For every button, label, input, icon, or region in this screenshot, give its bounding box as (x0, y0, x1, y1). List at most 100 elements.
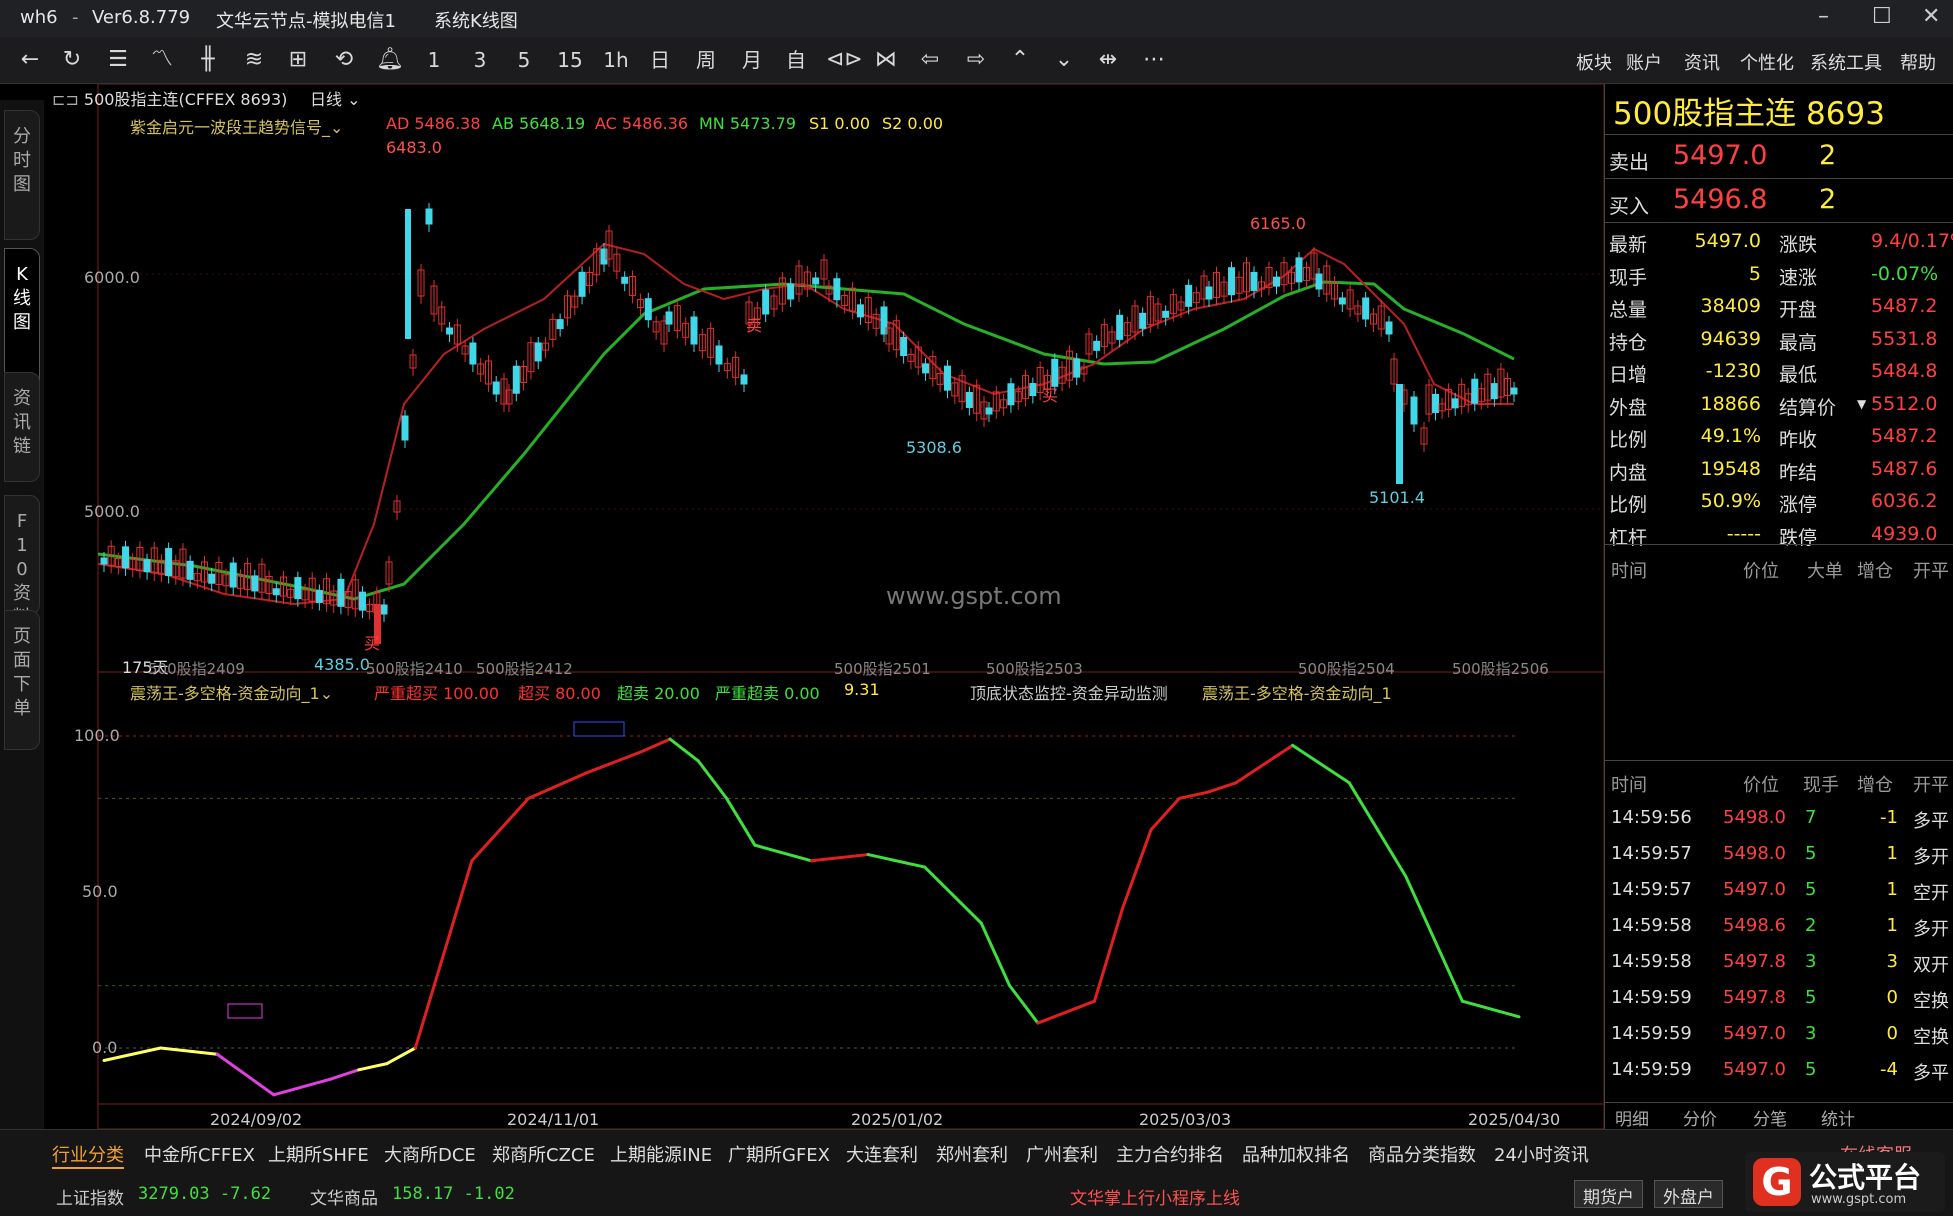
oscillator-segment (640, 737, 672, 754)
back-icon[interactable]: ← (16, 46, 44, 74)
candle-body (1185, 284, 1193, 307)
candle-body (358, 591, 366, 611)
candle-icon[interactable]: ╫ (194, 46, 222, 74)
contract-label-2410: 500股指2410 (366, 660, 463, 678)
date-label-3: 2025/03/03 (1139, 1110, 1232, 1129)
annotation-low1: 5308.6 (906, 438, 962, 457)
refresh-icon[interactable]: ↻ (58, 46, 86, 74)
lower-y-50: 50.0 (82, 882, 118, 901)
server-name: 文华云节点-模拟电信1 (216, 11, 396, 32)
sync-icon[interactable]: ⟲ (330, 46, 358, 74)
left-arrow-icon[interactable]: ⇦ (916, 46, 944, 74)
candle-body (294, 577, 302, 600)
menu-news[interactable]: 资讯 (1684, 49, 1720, 75)
tab-page-order[interactable]: 页面下单 (4, 610, 40, 750)
right-arrow-icon[interactable]: ⇨ (962, 46, 990, 74)
promo-text[interactable]: 文华掌上行小程序上线 (1070, 1184, 1240, 1209)
tab-news-chain[interactable]: 资讯链 (4, 372, 40, 482)
logo-icon: G (1753, 1158, 1801, 1206)
wh-index-value: 158.17 -1.02 (392, 1184, 515, 1204)
market-tab[interactable]: 上期所SHFE (268, 1141, 369, 1167)
minimize-icon[interactable]: – (1818, 4, 1829, 29)
oscillator-segment (1177, 790, 1210, 800)
market-tab[interactable]: 商品分类指数 (1368, 1141, 1476, 1167)
market-tab[interactable]: 广期所GFEX (728, 1141, 830, 1167)
zoom-in-icon[interactable]: ⊲⊳ (826, 46, 863, 74)
period-15[interactable]: 15 (556, 46, 584, 74)
indicator-icon[interactable]: ≋ (240, 46, 268, 74)
menu-help[interactable]: 帮助 (1900, 49, 1936, 75)
indicator-name[interactable]: 紫金启元一波段王趋势信号_⌄ (130, 114, 343, 138)
sh-index-value: 3279.03 -7.62 (138, 1184, 272, 1204)
menu-personal[interactable]: 个性化 (1740, 49, 1794, 75)
ma-long-line (97, 280, 1515, 601)
candle-body (1432, 393, 1440, 413)
bell-icon[interactable]: 🔔︎ (376, 46, 404, 74)
oscillator-segment (1404, 874, 1464, 1003)
list-icon[interactable]: ☰ (104, 46, 132, 74)
sell-row: 卖出 5497.0 2 (1609, 140, 1837, 174)
candle-body (621, 276, 629, 284)
period-1[interactable]: 1 (420, 46, 448, 74)
line-chart-icon[interactable]: 〽 (148, 46, 176, 74)
tab-detail[interactable]: 明细 (1615, 1105, 1649, 1129)
tab-stats[interactable]: 统计 (1821, 1105, 1855, 1129)
app-window: { "window":{"app":"wh6","version":"Ver6.… (0, 0, 1953, 1216)
down-icon[interactable]: ⌄ (1050, 46, 1078, 74)
market-tab[interactable]: 行业分类 (52, 1141, 124, 1169)
kline-chart[interactable] (44, 84, 1604, 1129)
period-select[interactable]: 日线 ⌄ (310, 86, 361, 110)
menu-account[interactable]: 账户 (1626, 49, 1662, 75)
chevron-down-icon[interactable]: ▼ (1857, 397, 1866, 411)
foreign-account-button[interactable]: 外盘户 (1654, 1180, 1723, 1208)
chart-area[interactable]: ⊏⊐ 500股指主连(CFFEX 8693) 日线 ⌄ 紫金启元一波段王趋势信号… (44, 84, 1604, 1129)
split-icon[interactable]: ⇹ (1094, 46, 1122, 74)
tab-price-dist[interactable]: 分价 (1683, 1105, 1717, 1129)
more-icon[interactable]: ⋯ (1140, 46, 1168, 74)
tab-timeshare[interactable]: 分时图 (4, 110, 40, 240)
candle-body (856, 304, 864, 318)
market-tab[interactable]: 广州套利 (1026, 1141, 1098, 1167)
oscillator-segment (1291, 743, 1351, 785)
annotation-high: 6483.0 (386, 138, 442, 157)
market-tab[interactable]: 中金所CFFEX (144, 1141, 255, 1167)
indicator-s1: S1 0.00 (809, 114, 871, 133)
menu-tools[interactable]: 系统工具 (1810, 49, 1882, 75)
period-1h[interactable]: 1h (602, 46, 630, 74)
indicator-ab: AB 5648.19 (492, 114, 586, 133)
futures-account-button[interactable]: 期货户 (1574, 1180, 1643, 1208)
period-month[interactable]: 月 (738, 46, 766, 74)
period-5[interactable]: 5 (510, 46, 538, 74)
period-custom[interactable]: 自 (782, 46, 810, 74)
zoom-out-icon[interactable]: ⋈ (872, 46, 900, 74)
candle-body (943, 365, 951, 391)
maximize-icon[interactable]: ☐ (1872, 4, 1892, 29)
candle-body (534, 342, 542, 362)
up-icon[interactable]: ⌃ (1006, 46, 1034, 74)
market-tab[interactable]: 大商所DCE (384, 1141, 476, 1167)
market-tab[interactable]: 主力合约排名 (1116, 1141, 1224, 1167)
oscillator-segment (583, 750, 644, 775)
bottom-signal-box (227, 1003, 263, 1019)
market-tab[interactable]: 郑州套利 (936, 1141, 1008, 1167)
lower-indicator-name[interactable]: 震荡王-多空格-资金动向_1⌄ (130, 680, 333, 704)
period-week[interactable]: 周 (692, 46, 720, 74)
chevron-down-icon: ⌄ (330, 118, 344, 137)
tab-f10[interactable]: F10资料 (4, 495, 40, 628)
indicator-s2: S2 0.00 (882, 114, 944, 133)
market-tab[interactable]: 上期能源INE (610, 1141, 712, 1167)
period-3[interactable]: 3 (466, 46, 494, 74)
menu-sector[interactable]: 板块 (1576, 49, 1612, 75)
market-tab[interactable]: 品种加权排名 (1242, 1141, 1350, 1167)
candle-body (985, 407, 993, 415)
grid-icon[interactable]: ⊞ (284, 46, 312, 74)
market-tab[interactable]: 郑商所CZCE (492, 1141, 595, 1167)
market-tab[interactable]: 大连套利 (846, 1141, 918, 1167)
toolbar: ← ↻ ☰ 〽 ╫ ≋ ⊞ ⟲ 🔔︎ 1 3 5 15 1h 日 周 月 自 ⊲… (0, 37, 1953, 84)
close-icon[interactable]: ✕ (1922, 4, 1940, 29)
tab-trades[interactable]: 分笔 (1753, 1105, 1787, 1129)
market-tab[interactable]: 24小时资讯 (1494, 1141, 1589, 1167)
period-day[interactable]: 日 (646, 46, 674, 74)
candle-body (1205, 286, 1213, 300)
oscillator-segment (1460, 999, 1521, 1019)
